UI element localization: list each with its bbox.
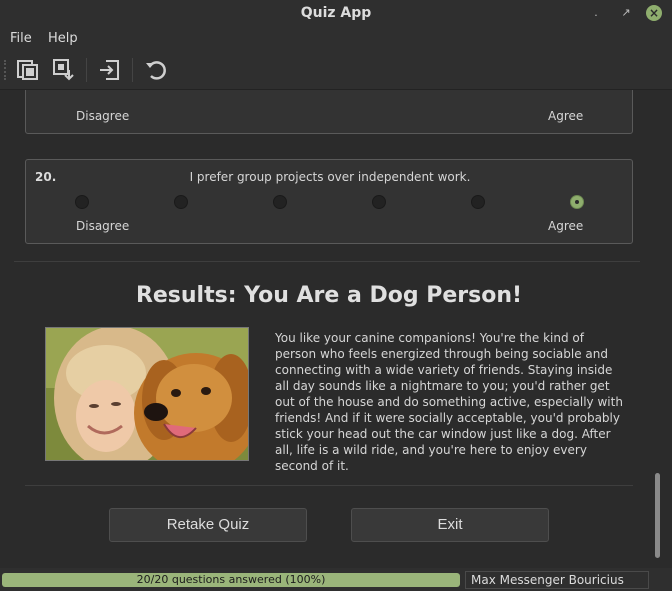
undo-icon[interactable]	[142, 56, 170, 84]
menu-help[interactable]: Help	[48, 31, 78, 46]
scale-label-disagree: Disagree	[76, 219, 130, 233]
radio-option-4[interactable]	[372, 195, 386, 209]
scale-label-agree: Agree	[548, 219, 584, 233]
menu-file[interactable]: File	[10, 31, 32, 46]
window-title: Quiz App	[300, 5, 372, 21]
radio-option-6-selected[interactable]	[570, 195, 584, 209]
quiz-content: Disagree Agree 20. I prefer group projec…	[0, 90, 650, 568]
results-description: You like your canine companions! You're …	[275, 331, 623, 473]
exit-door-icon[interactable]	[96, 56, 124, 84]
radio-option-2[interactable]	[174, 195, 188, 209]
vertical-scrollbar[interactable]	[652, 90, 664, 560]
author-credit: Max Messenger Bouricius 2017	[465, 571, 649, 591]
close-icon[interactable]: ×	[646, 5, 662, 21]
results-title: Results: You Are a Dog Person!	[135, 283, 523, 308]
save-download-icon[interactable]	[50, 56, 78, 84]
scale-label-agree: Agree	[548, 109, 584, 123]
radio-option-1[interactable]	[75, 195, 89, 209]
section-divider	[14, 261, 640, 262]
scrollbar-thumb[interactable]	[655, 473, 660, 558]
title-bar: Quiz App ․ ↗ ×	[0, 0, 672, 28]
status-bar: 20/20 questions answered (100%) Max Mess…	[0, 568, 672, 591]
question-text: I prefer group projects over independent…	[189, 170, 471, 184]
radio-option-5[interactable]	[471, 195, 485, 209]
dog-and-woman-image	[46, 328, 248, 460]
result-photo	[45, 327, 249, 461]
minimize-icon[interactable]: ․	[588, 5, 604, 21]
retake-quiz-button[interactable]: Retake Quiz	[109, 508, 307, 542]
exit-button[interactable]: Exit	[351, 508, 549, 542]
progress-bar: 20/20 questions answered (100%)	[2, 573, 460, 587]
scale-label-disagree: Disagree	[76, 109, 130, 123]
toolbar-separator	[132, 58, 133, 82]
pages-icon[interactable]	[14, 56, 42, 84]
radio-option-3[interactable]	[273, 195, 287, 209]
toolbar-grip[interactable]	[4, 60, 7, 80]
toolbar	[0, 50, 672, 90]
progress-text: 20/20 questions answered (100%)	[136, 573, 326, 586]
question-card-previous: Disagree Agree	[25, 90, 633, 134]
toolbar-separator	[86, 58, 87, 82]
maximize-icon[interactable]: ↗	[618, 5, 634, 21]
menu-bar: File Help	[0, 28, 672, 50]
section-divider	[25, 485, 633, 486]
question-card-20: 20. I prefer group projects over indepen…	[25, 159, 633, 244]
